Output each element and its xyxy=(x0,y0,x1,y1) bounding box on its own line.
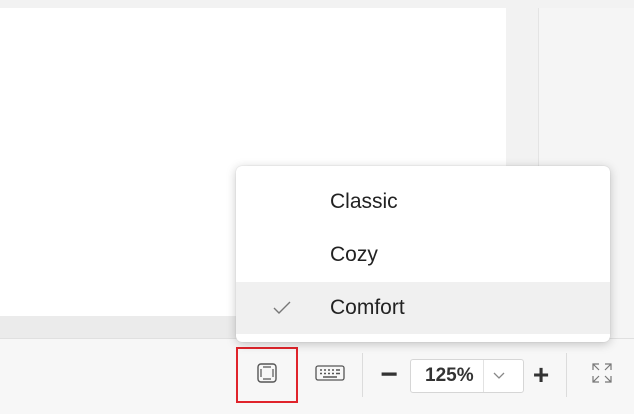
zoom-out-button[interactable]: − xyxy=(372,353,406,397)
menu-item-comfort[interactable]: Comfort xyxy=(236,282,610,334)
chevron-down-icon[interactable] xyxy=(483,360,514,392)
checkmark-icon xyxy=(270,296,294,320)
menu-item-classic[interactable]: Classic xyxy=(236,176,610,228)
zoom-out-label: − xyxy=(380,358,398,391)
view-mode-button[interactable] xyxy=(236,347,298,403)
zoom-level-select[interactable]: 125% xyxy=(410,359,524,393)
status-bar: − 125% + xyxy=(0,338,634,414)
view-mode-icon xyxy=(256,362,278,389)
fullscreen-button[interactable] xyxy=(580,353,624,397)
fullscreen-icon xyxy=(591,362,613,389)
status-divider xyxy=(362,353,363,397)
zoom-value: 125% xyxy=(425,365,474,386)
zoom-in-button[interactable]: + xyxy=(526,353,556,397)
keyboard-icon xyxy=(315,364,345,387)
menu-item-label: Classic xyxy=(330,190,398,213)
view-mode-menu: Classic Cozy Comfort xyxy=(236,166,610,342)
zoom-in-label: + xyxy=(532,359,550,390)
menu-item-label: Cozy xyxy=(330,243,378,266)
keyboard-shortcuts-button[interactable] xyxy=(308,353,352,397)
status-divider xyxy=(566,353,567,397)
menu-item-label: Comfort xyxy=(330,296,405,319)
app-window: − 125% + Classic Cozy Comfort xyxy=(0,0,634,414)
menu-item-cozy[interactable]: Cozy xyxy=(236,229,610,281)
